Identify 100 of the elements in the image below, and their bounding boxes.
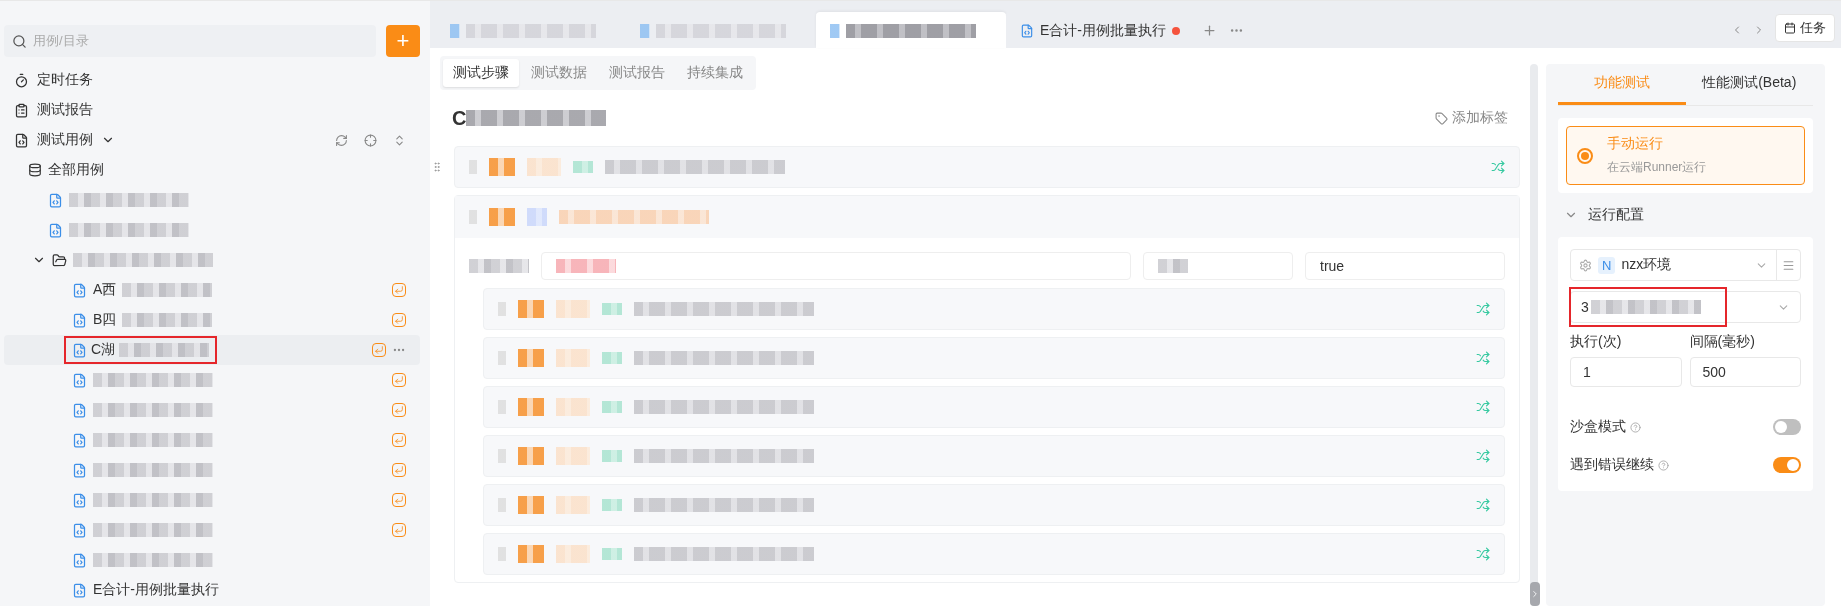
- number-field[interactable]: 1: [1570, 357, 1682, 387]
- return-icon: [392, 403, 406, 417]
- blurred-text: [556, 398, 590, 416]
- toggle-label: 沙盒模式: [1570, 418, 1626, 436]
- blurred-icon: [489, 208, 515, 226]
- blurred-icon: [450, 24, 460, 38]
- blurred-text: [498, 449, 506, 463]
- expand-icon[interactable]: [393, 133, 406, 147]
- unsaved-dot: [1172, 27, 1180, 35]
- blurred-icon: [489, 158, 515, 176]
- help-icon: [1630, 421, 1641, 433]
- case-name: B四: [93, 311, 117, 329]
- tree-item[interactable]: C湖: [4, 335, 420, 365]
- blurred-text: [602, 303, 622, 315]
- collapse-handle[interactable]: [1530, 582, 1540, 606]
- folder-icon: [52, 252, 67, 268]
- document-icon: [48, 222, 63, 238]
- tag-icon: [1435, 111, 1448, 125]
- blurred-text: [498, 400, 506, 414]
- blurred-text: [469, 210, 477, 224]
- clipboard-icon: [14, 102, 29, 118]
- tree-item[interactable]: A西: [4, 275, 420, 305]
- tab-label: E合计-用例批量执行: [1040, 22, 1166, 40]
- calendar-icon: [1784, 22, 1796, 34]
- blurred-text: [602, 499, 622, 511]
- return-icon: [392, 523, 406, 537]
- document-icon: [72, 582, 87, 598]
- environment-select[interactable]: N nzx环境: [1570, 249, 1801, 281]
- tasks-button[interactable]: 任务: [1775, 14, 1835, 42]
- number-field[interactable]: 500: [1689, 357, 1801, 387]
- add-tag-button[interactable]: 添加标签: [1429, 108, 1514, 128]
- blurred-text: [602, 548, 622, 560]
- document-icon: [14, 132, 29, 148]
- blurred-text: [498, 498, 506, 512]
- blurred-icon: [518, 398, 544, 416]
- case-name: E合计-用例批量执行: [93, 581, 219, 599]
- nav-item[interactable]: 测试报告: [4, 95, 420, 125]
- tree-root[interactable]: 全部用例: [4, 155, 420, 185]
- return-icon: [392, 373, 406, 387]
- blurred-text: [1158, 259, 1188, 273]
- option-title: 手动运行: [1607, 135, 1664, 153]
- document-icon: [72, 372, 87, 388]
- blurred-text: [498, 547, 506, 561]
- document-icon: [72, 402, 87, 418]
- blurred-text: [602, 352, 622, 364]
- case-name: A西: [93, 281, 117, 299]
- search-icon: [12, 33, 27, 49]
- document-icon: [72, 492, 87, 508]
- timer-icon: [14, 72, 29, 88]
- blurred-icon: [518, 447, 544, 465]
- blurred-text: [602, 401, 622, 413]
- blurred-text: [556, 300, 590, 318]
- blurred-text: [556, 447, 590, 465]
- field-label: 执行(次): [1570, 333, 1623, 351]
- document-icon: [72, 312, 87, 328]
- locate-icon[interactable]: [364, 133, 377, 147]
- blurred-icon: [527, 208, 547, 226]
- toggle-switch[interactable]: [1773, 419, 1801, 435]
- section-header[interactable]: 运行配置: [1558, 193, 1813, 237]
- blurred-text: [556, 496, 590, 514]
- return-icon: [392, 493, 406, 507]
- blurred-icon: [518, 300, 544, 318]
- blurred-icon: [830, 24, 840, 38]
- tree-item[interactable]: E合计-用例批量执行: [4, 575, 420, 605]
- sub-tab[interactable]: 测试步骤: [443, 59, 519, 87]
- option-description: 在云端Runner运行: [1607, 159, 1707, 176]
- nav-item[interactable]: 测试用例: [4, 125, 420, 155]
- value-field[interactable]: true: [1305, 252, 1505, 280]
- return-icon: [392, 283, 406, 297]
- section-title: 运行配置: [1588, 206, 1644, 224]
- env-name: nzx环境: [1621, 256, 1672, 274]
- panel-tab[interactable]: 性能测试(Beta): [1685, 64, 1813, 105]
- tree-item[interactable]: B四: [4, 305, 420, 335]
- document-icon: [1020, 24, 1034, 38]
- blurred-text: [469, 259, 529, 273]
- blurred-text: [498, 351, 506, 365]
- blurred-text: [556, 259, 616, 273]
- add-tab-icon[interactable]: [1202, 22, 1217, 38]
- blurred-text: [556, 349, 590, 367]
- blurred-text: [573, 161, 593, 173]
- return-icon: [392, 463, 406, 477]
- toggle-switch[interactable]: [1773, 457, 1801, 473]
- nav-item[interactable]: 定时任务: [4, 65, 420, 95]
- blurred-icon: [518, 545, 544, 563]
- field-label: 间隔(毫秒): [1689, 333, 1756, 351]
- document-icon: [72, 432, 87, 448]
- env-badge: N: [1598, 256, 1616, 274]
- settings-icon: [1579, 258, 1592, 272]
- return-icon: [372, 343, 386, 357]
- blurred-text: [556, 545, 590, 563]
- blurred-text: [602, 450, 622, 462]
- drag-handle-icon[interactable]: [431, 161, 443, 173]
- document-icon: [48, 192, 63, 208]
- refresh-icon[interactable]: [335, 133, 348, 147]
- blurred-text: [469, 160, 477, 174]
- return-icon: [392, 313, 406, 327]
- document-icon: [72, 282, 87, 298]
- menu-icon[interactable]: [1782, 258, 1795, 272]
- nav-label: 定时任务: [37, 71, 93, 89]
- database-icon: [28, 163, 42, 177]
